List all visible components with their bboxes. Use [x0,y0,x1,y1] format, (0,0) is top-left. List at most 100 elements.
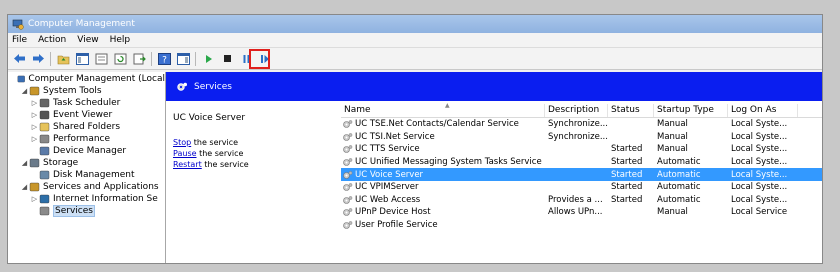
services-header-title: Services [194,81,232,92]
column-header-status[interactable]: Status [608,104,654,117]
performance-icon [39,134,50,144]
window-title: Computer Management [28,19,135,29]
sort-ascending-icon: ▲ [445,102,450,109]
refresh-icon[interactable] [113,52,127,66]
help-icon[interactable]: ? [157,52,171,66]
expanded-arrow-icon[interactable]: ◢ [20,183,29,191]
event-viewer-icon [39,110,50,120]
tree-item-services[interactable]: Services [8,205,165,217]
column-header-description[interactable]: Description [545,104,608,117]
tree-item-performance[interactable]: ▷ Performance [8,133,165,145]
properties-icon[interactable] [94,52,108,66]
service-startup-type: Automatic [657,169,701,180]
service-gear-icon [343,196,353,204]
service-status: Started [611,182,643,193]
service-name-cell: UC VPIMServer [341,182,545,192]
service-row[interactable]: User Profile Service [341,219,822,232]
forward-icon[interactable] [31,52,45,66]
show-hide-tree-icon[interactable] [75,52,89,66]
start-service-icon[interactable] [201,52,215,66]
service-row[interactable]: UC TSE.Net Contacts/Calendar Service Sync… [341,118,822,131]
service-log-on-as: Local Syste... [731,144,788,155]
pause-service-link[interactable]: Pause [173,149,197,158]
show-hide-action-pane-icon[interactable] [176,52,190,66]
computer-icon [17,75,25,83]
tree-item-label: Disk Management [53,170,135,180]
menu-file[interactable]: File [12,35,27,45]
tree-item-label: Internet Information Se [53,194,158,204]
restart-service-link[interactable]: Restart [173,160,202,169]
service-gear-icon [343,158,353,166]
svg-text:?: ? [162,55,167,65]
expanded-arrow-icon[interactable]: ◢ [20,159,29,167]
service-startup-type: Manual [657,119,688,130]
collapsed-arrow-icon[interactable]: ▷ [30,123,39,131]
services-gear-icon [177,82,187,91]
column-header-startup-type[interactable]: Startup Type [654,104,728,117]
stop-service-link[interactable]: Stop [173,138,191,147]
tree-item-storage[interactable]: ◢ Storage [8,157,165,169]
service-name-cell: UC Voice Server [341,170,545,180]
tree-item-event-viewer[interactable]: ▷ Event Viewer [8,109,165,121]
expanded-arrow-icon[interactable]: ◢ [20,87,29,95]
selected-service-name: UC Voice Server [173,113,246,123]
export-icon[interactable] [132,52,146,66]
service-name: UC Voice Server [355,169,424,180]
stop-service-icon[interactable] [220,52,234,66]
tree-item-label: Device Manager [53,146,127,156]
service-row[interactable]: UC TTS Service Started Manual Local Syste..… [341,143,822,156]
collapsed-arrow-icon[interactable]: ▷ [30,99,39,107]
tree-item-disk[interactable]: Disk Management [8,169,165,181]
service-row[interactable]: UC VPIMServer Started Automatic Local Syste… [341,181,822,194]
up-folder-icon[interactable] [56,52,70,66]
service-log-on-as: Local Syste... [731,157,788,168]
service-row[interactable]: UC Unified Messaging System Tasks Servic… [341,156,822,169]
tree-item-iis[interactable]: ▷ Internet Information Se [8,193,165,205]
column-header-name[interactable]: Name ▲ [341,102,545,117]
service-name: User Profile Service [355,220,438,231]
service-startup-type: Manual [657,144,688,155]
service-row[interactable]: UPnP Device Host Allows UPn... Manual Local… [341,206,822,219]
collapsed-arrow-icon[interactable]: ▷ [30,135,39,143]
tree-item-computer[interactable]: Computer Management (Local [8,73,165,85]
tools-icon [29,86,40,96]
tree-item-clock[interactable]: ▷ Task Scheduler [8,97,165,109]
service-gear-icon [343,133,353,141]
service-description: Synchronize... [548,131,608,142]
service-name: UC Unified Messaging System Tasks Servic… [355,157,542,168]
menu-action[interactable]: Action [38,35,66,45]
tree-item-device-manager[interactable]: Device Manager [8,145,165,157]
service-log-on-as: Local Syste... [731,182,788,193]
shared-folder-icon [39,122,50,132]
menu-view[interactable]: View [77,35,98,45]
service-status: Started [611,169,643,180]
service-name-cell: UC Web Access [341,195,545,205]
service-gear-icon [343,221,353,229]
service-row[interactable]: UC TSI.Net Service Synchronize... Manual Lo… [341,131,822,144]
restart-service-line: Restart the service [173,159,341,170]
menu-help[interactable]: Help [110,35,131,45]
tree-item-shared-folder[interactable]: ▷ Shared Folders [8,121,165,133]
back-icon[interactable] [12,52,26,66]
pause-service-line: Pause the service [173,148,341,159]
services-apps-icon [29,182,40,192]
iis-icon [39,194,50,204]
stop-service-line: Stop the service [173,137,341,148]
tree-item-label: Computer Management (Local [28,74,165,84]
tree-item-services-apps[interactable]: ◢ Services and Applications [8,181,165,193]
column-header-log-on-as[interactable]: Log On As [728,104,798,117]
toolbar: ? [8,48,822,70]
service-row[interactable]: UC Web Access Provides a ... Started Automa… [341,194,822,207]
tree-item-label: Task Scheduler [53,98,121,108]
tree-item-tools[interactable]: ◢ System Tools [8,85,165,97]
service-name-cell: UC Unified Messaging System Tasks Servic… [341,157,545,167]
service-row[interactable]: UC Voice Server Started Automatic Local Sys… [341,168,822,181]
menu-bar: File Action View Help [8,33,822,48]
collapsed-arrow-icon[interactable]: ▷ [30,111,39,119]
service-status: Started [611,144,643,155]
collapsed-arrow-icon[interactable]: ▷ [30,195,39,203]
tree-item-label: Performance [53,134,111,144]
computer-management-icon [12,19,24,30]
service-description: Provides a ... [548,194,603,205]
title-bar: Computer Management [8,15,822,33]
